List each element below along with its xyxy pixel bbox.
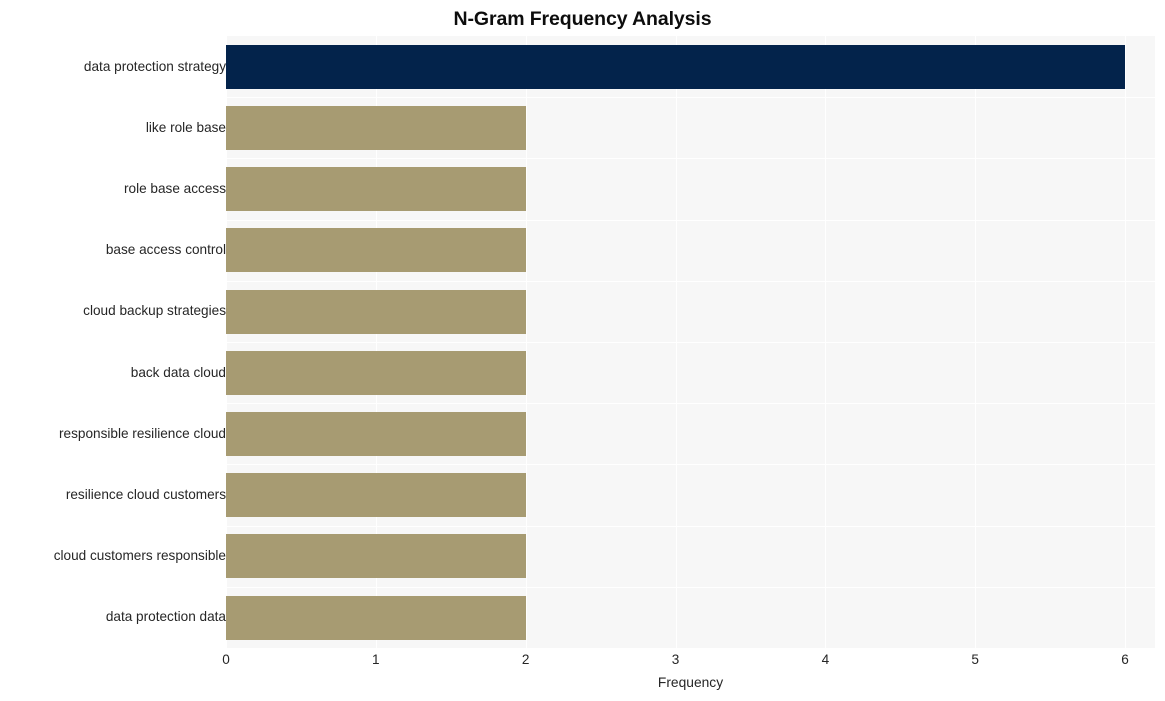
x-axis-tick-label: 0 [222, 652, 230, 667]
bar [226, 473, 526, 517]
gridline-horizontal [226, 220, 1155, 221]
gridline-horizontal [226, 97, 1155, 98]
x-axis-tick-label: 6 [1121, 652, 1129, 667]
plot-area [226, 36, 1155, 648]
y-axis-tick-label: data protection data [105, 609, 226, 624]
x-axis-tick-label: 3 [671, 652, 680, 667]
y-axis-tick-label: back data cloud [130, 365, 226, 380]
bar [226, 596, 526, 640]
y-axis-tick-label: resilience cloud customers [65, 487, 226, 502]
bar [226, 290, 526, 334]
y-axis-tick-label: cloud customers responsible [53, 548, 226, 563]
gridline-horizontal [226, 526, 1155, 527]
gridline-horizontal [226, 342, 1155, 343]
x-axis-tick-label: 4 [821, 652, 830, 667]
y-axis-tick-label: like role base [145, 120, 226, 135]
y-axis-tick-labels: data protection strategy like role base ro… [0, 36, 226, 648]
y-axis-tick-label: role base access [123, 181, 226, 196]
gridline-horizontal [226, 158, 1155, 159]
y-axis-tick-label: responsible resilience cloud [59, 426, 226, 441]
gridline-horizontal [226, 587, 1155, 588]
gridline-horizontal [226, 464, 1155, 465]
gridline-horizontal [226, 403, 1155, 404]
gridline-horizontal [226, 281, 1155, 282]
y-axis-tick-label: data protection strategy [83, 59, 226, 74]
bar [226, 351, 526, 395]
x-axis-tick-labels: 0 1 2 3 4 5 6 [222, 650, 1155, 674]
chart-container: N-Gram Frequency Analysis data protectio… [0, 0, 1165, 701]
bar [226, 45, 1125, 89]
chart-title: N-Gram Frequency Analysis [453, 8, 712, 30]
x-axis-tick-label: 5 [971, 652, 979, 667]
bar [226, 534, 526, 578]
y-axis-tick-label: cloud backup strategies [83, 303, 226, 318]
bar [226, 228, 526, 272]
bar [226, 106, 526, 150]
x-axis-tick-label: 2 [521, 652, 530, 667]
y-axis-tick-label: base access control [105, 242, 226, 257]
bar [226, 167, 526, 211]
x-axis-title: Frequency [657, 675, 724, 690]
x-axis-tick-label: 1 [372, 652, 380, 667]
bar [226, 412, 526, 456]
